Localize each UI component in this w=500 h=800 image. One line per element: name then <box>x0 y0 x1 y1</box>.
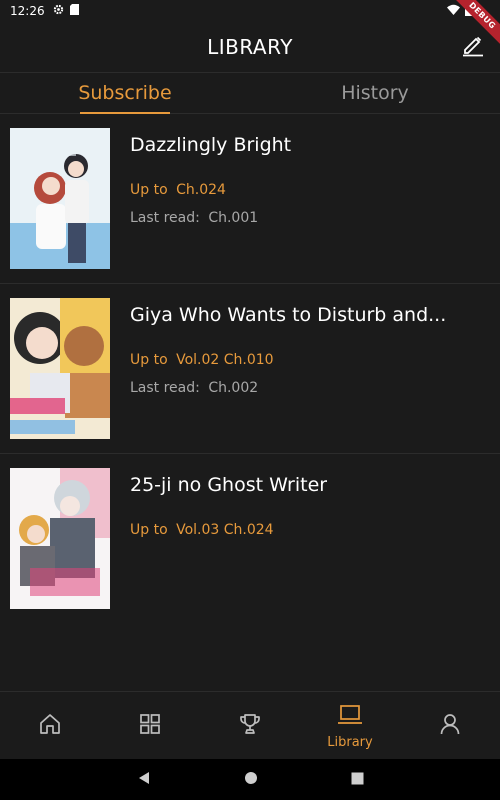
up-to-label: Up to <box>130 182 168 198</box>
list-item[interactable]: 25-ji no Ghost Writer Up to Vol.03 Ch.02… <box>0 454 500 624</box>
laptop-icon <box>337 703 363 731</box>
last-read-value: Ch.002 <box>208 380 259 396</box>
tab-history[interactable]: History <box>250 73 500 113</box>
app-bar: LIBRARY <box>0 22 500 73</box>
up-to-chapter: Up to Vol.03 Ch.024 <box>130 522 327 538</box>
library-tabs: Subscribe History <box>0 73 500 114</box>
item-info: Giya Who Wants to Disturb and... Up to V… <box>130 298 446 439</box>
home-icon <box>38 712 62 740</box>
list-item[interactable]: Giya Who Wants to Disturb and... Up to V… <box>0 284 500 454</box>
last-read-label: Last read: <box>130 210 200 226</box>
page-title: LIBRARY <box>207 35 293 59</box>
cover-image <box>10 468 110 609</box>
trophy-icon <box>238 712 262 740</box>
item-info: Dazzlingly Bright Up to Ch.024 Last read… <box>130 128 291 269</box>
last-read: Last read: Ch.002 <box>130 380 446 396</box>
cover-image <box>10 298 110 439</box>
last-read-value: Ch.001 <box>208 210 259 226</box>
library-list: Dazzlingly Bright Up to Ch.024 Last read… <box>0 114 500 624</box>
up-to-chapter: Up to Ch.024 <box>130 182 291 198</box>
up-to-chapter: Up to Vol.02 Ch.010 <box>130 352 446 368</box>
up-to-label: Up to <box>130 352 168 368</box>
grid-icon <box>138 712 162 740</box>
nav-library-label: Library <box>327 734 373 750</box>
manga-title: Dazzlingly Bright <box>130 134 292 156</box>
bottom-nav: Library <box>0 691 500 760</box>
nav-browse[interactable] <box>100 692 200 760</box>
last-read: Last read: Ch.001 <box>130 210 291 226</box>
cover-image <box>10 128 110 269</box>
nav-home[interactable] <box>0 692 100 760</box>
recents-square-icon[interactable] <box>351 770 364 789</box>
item-info: 25-ji no Ghost Writer Up to Vol.03 Ch.02… <box>130 468 327 610</box>
home-circle-icon[interactable] <box>244 770 258 789</box>
edit-button[interactable] <box>460 34 486 60</box>
person-icon <box>438 712 462 740</box>
wifi-icon <box>447 4 460 19</box>
nav-library[interactable]: Library <box>300 692 400 760</box>
up-to-label: Up to <box>130 522 168 538</box>
tab-subscribe[interactable]: Subscribe <box>0 73 250 114</box>
up-to-value: Vol.03 Ch.024 <box>176 522 274 538</box>
up-to-value: Ch.024 <box>176 182 226 198</box>
pencil-icon <box>461 33 485 61</box>
sd-card-icon <box>69 4 79 18</box>
system-nav-bar <box>0 759 500 800</box>
back-icon[interactable] <box>137 770 151 789</box>
list-item[interactable]: Dazzlingly Bright Up to Ch.024 Last read… <box>0 114 500 284</box>
nav-ranking[interactable] <box>200 692 300 760</box>
status-time: 12:26 <box>10 4 45 18</box>
manga-title: Giya Who Wants to Disturb and... <box>130 304 447 326</box>
last-read-label: Last read: <box>130 380 200 396</box>
nav-profile[interactable] <box>400 692 500 760</box>
up-to-value: Vol.02 Ch.010 <box>176 352 274 368</box>
settings-gear-icon <box>53 4 64 18</box>
manga-title: 25-ji no Ghost Writer <box>130 474 328 496</box>
status-bar: 12:26 <box>0 0 500 22</box>
